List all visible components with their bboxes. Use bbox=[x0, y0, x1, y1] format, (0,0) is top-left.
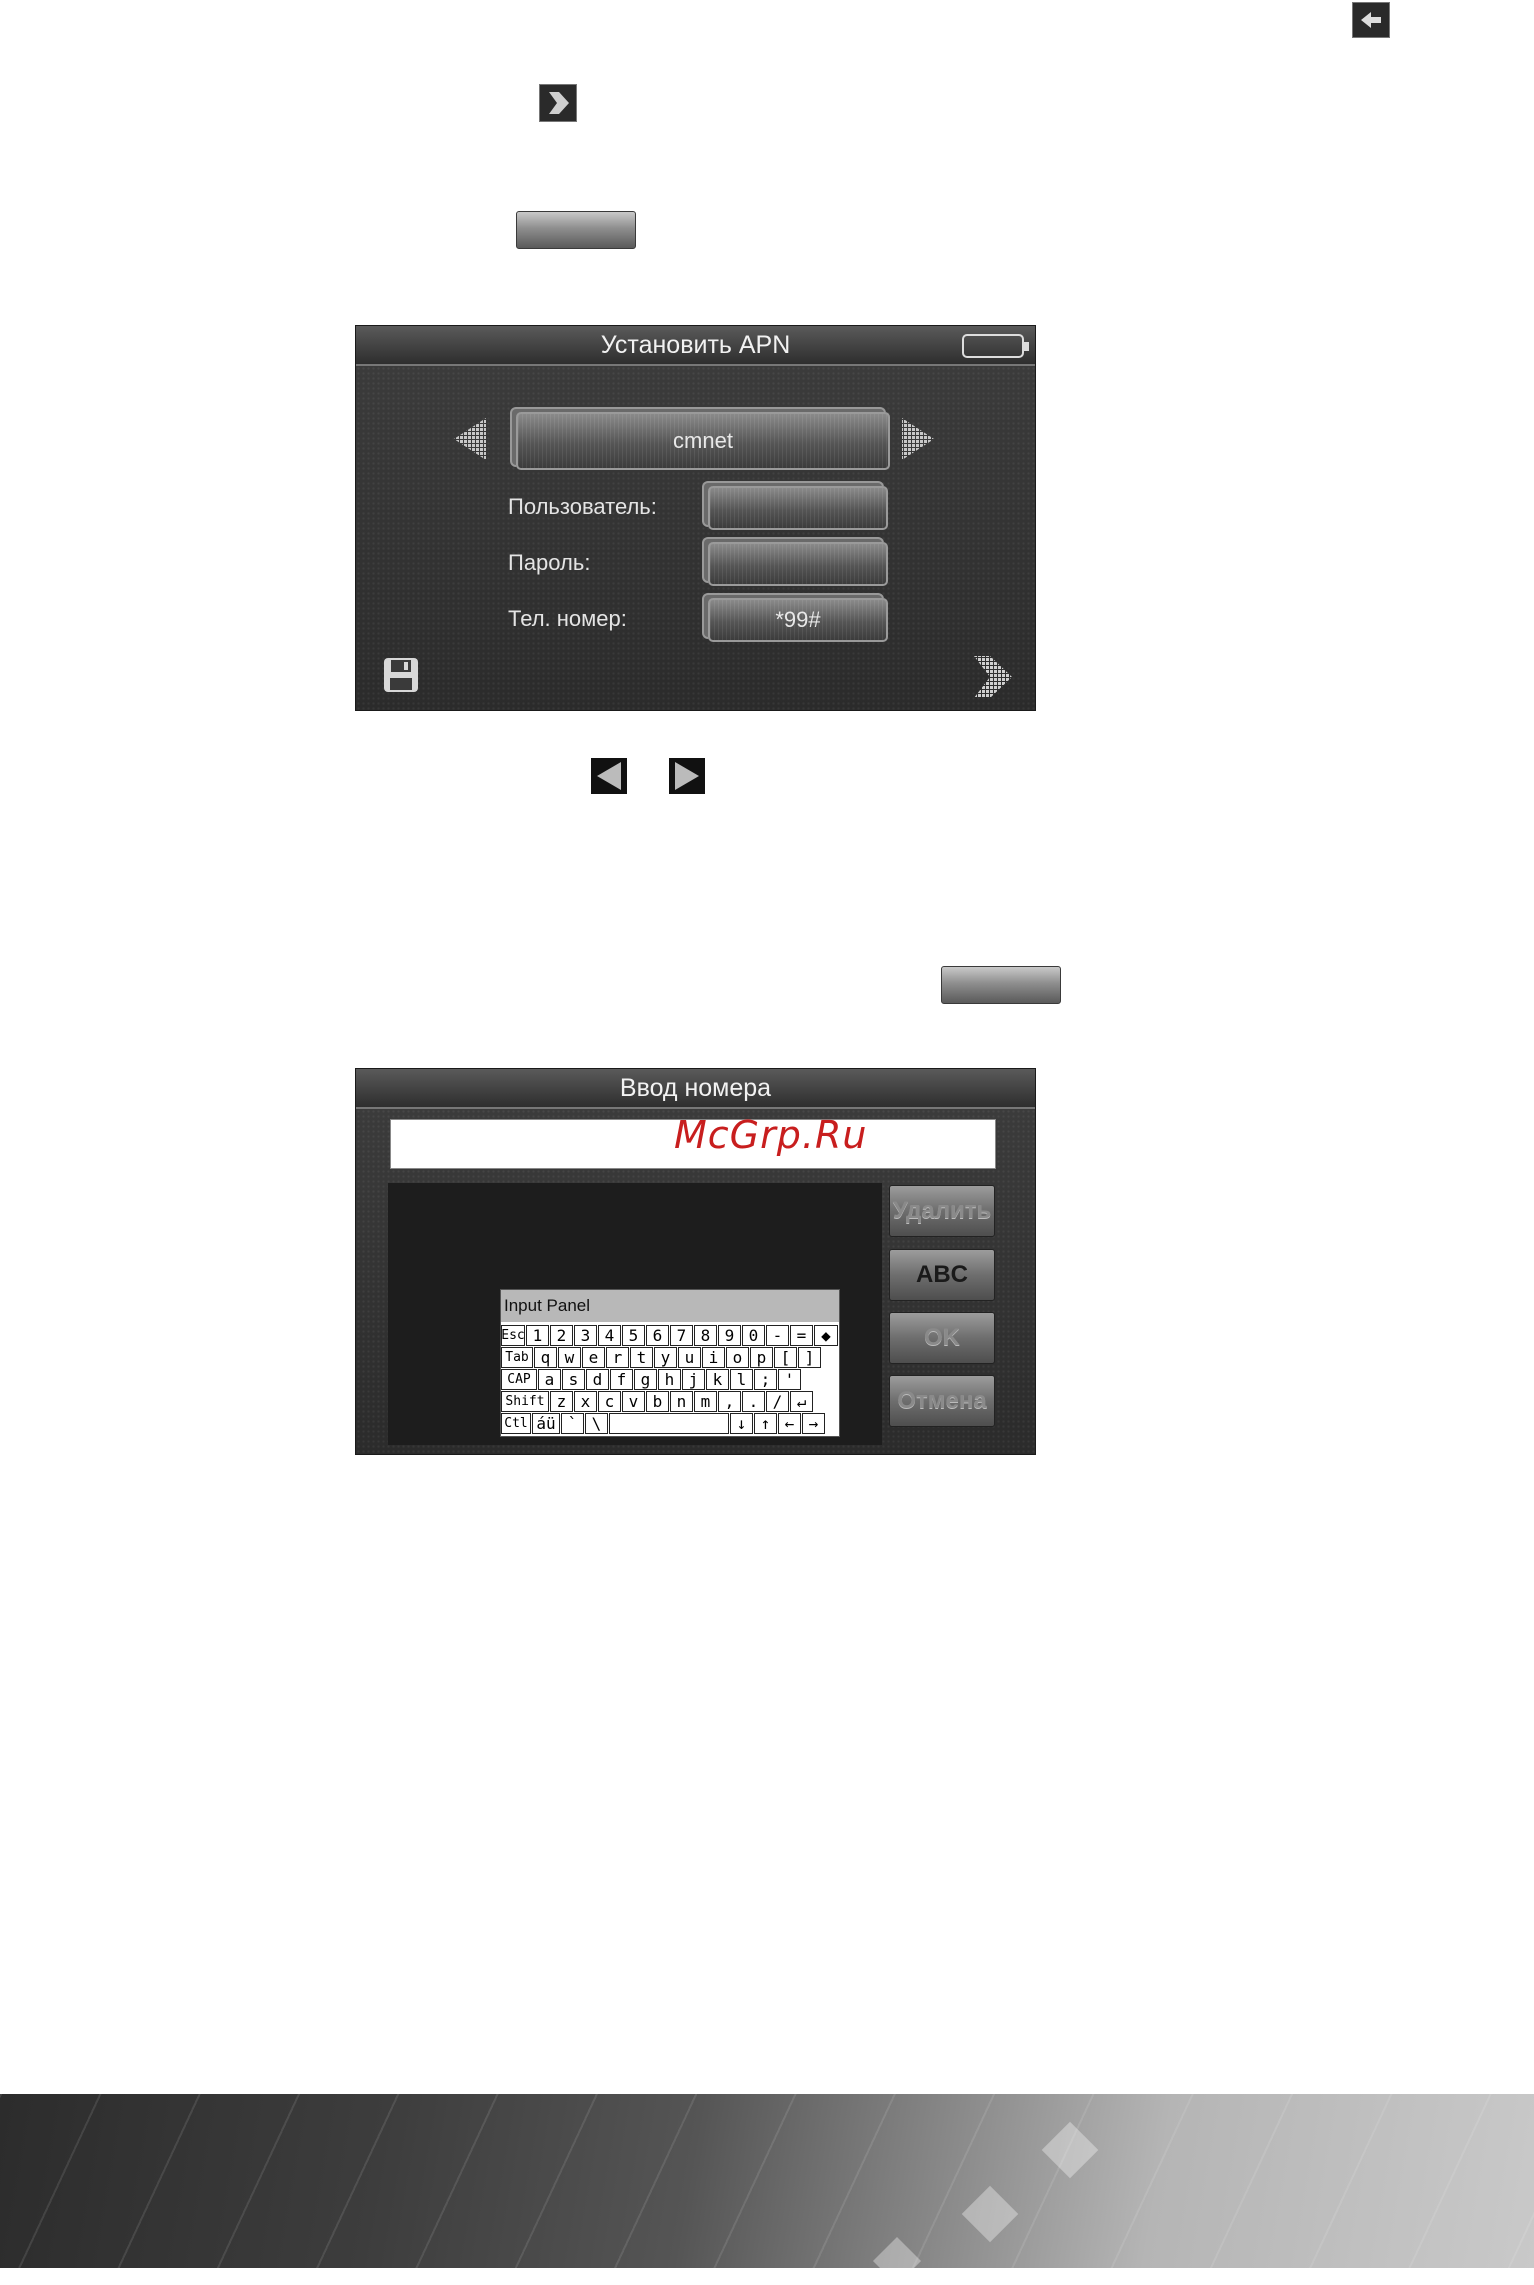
button-image bbox=[516, 211, 636, 249]
right-arrow-icon bbox=[669, 758, 705, 794]
key[interactable]: t bbox=[630, 1347, 653, 1368]
password-label: Пароль: bbox=[508, 550, 591, 575]
key[interactable]: u bbox=[678, 1347, 701, 1368]
key[interactable]: CAP bbox=[501, 1369, 537, 1390]
keyboard-row-1: Esc 1 2 3 4 5 6 7 8 9 0- = ◆ bbox=[501, 1325, 839, 1346]
next-icon bbox=[539, 84, 577, 122]
key[interactable]: [ bbox=[774, 1347, 797, 1368]
key[interactable]: v bbox=[622, 1391, 645, 1412]
key[interactable]: ; bbox=[754, 1369, 777, 1390]
phone-label: Тел. номер: bbox=[508, 606, 627, 631]
keyboard-row-3: CAP a s d f g h j k l; ' bbox=[501, 1369, 839, 1390]
key[interactable]: q bbox=[534, 1347, 557, 1368]
key[interactable]: ← bbox=[778, 1413, 801, 1434]
screen-title: Установить APN bbox=[356, 326, 1035, 366]
key[interactable]: Esc bbox=[501, 1325, 525, 1346]
key[interactable]: 4 bbox=[598, 1325, 621, 1346]
input-panel: Input Panel Esc 1 2 3 4 5 6 7 8 9 0- = ◆ Tab q w e r t y u i… bbox=[500, 1289, 840, 1437]
watermark: McGrp.Ru bbox=[674, 1113, 868, 1157]
key[interactable]: 9 bbox=[718, 1325, 741, 1346]
key[interactable]: → bbox=[802, 1413, 825, 1434]
key[interactable]: 2 bbox=[550, 1325, 573, 1346]
key[interactable]: 3 bbox=[574, 1325, 597, 1346]
screen-title: Ввод номера bbox=[356, 1069, 1035, 1109]
apn-settings-screen: Установить APN cmnet Пользователь: Парол… bbox=[355, 325, 1036, 711]
key[interactable]: = bbox=[790, 1325, 813, 1346]
key[interactable] bbox=[609, 1413, 729, 1434]
save-icon[interactable] bbox=[382, 656, 420, 694]
key[interactable]: k bbox=[706, 1369, 729, 1390]
phone-field[interactable]: *99# bbox=[708, 598, 888, 642]
key[interactable]: Tab bbox=[501, 1347, 533, 1368]
key[interactable]: e bbox=[582, 1347, 605, 1368]
key[interactable]: 7 bbox=[670, 1325, 693, 1346]
key[interactable]: s bbox=[562, 1369, 585, 1390]
key[interactable]: h bbox=[658, 1369, 681, 1390]
key[interactable]: i bbox=[702, 1347, 725, 1368]
key[interactable]: o bbox=[726, 1347, 749, 1368]
user-label: Пользователь: bbox=[508, 494, 657, 519]
key[interactable]: m bbox=[694, 1391, 717, 1412]
abc-button[interactable]: ABC bbox=[889, 1249, 995, 1301]
key[interactable]: ◆ bbox=[814, 1325, 838, 1346]
key[interactable]: b bbox=[646, 1391, 669, 1412]
keyboard-row-2: Tab q w e r t y u i o p[] bbox=[501, 1347, 839, 1368]
key[interactable]: ` bbox=[561, 1413, 584, 1434]
key[interactable]: y bbox=[654, 1347, 677, 1368]
key[interactable]: Ctl bbox=[501, 1413, 531, 1434]
key[interactable]: p bbox=[750, 1347, 773, 1368]
key[interactable]: ' bbox=[778, 1369, 801, 1390]
footer-band bbox=[0, 2094, 1534, 2285]
key[interactable]: . bbox=[742, 1391, 765, 1412]
key[interactable]: 5 bbox=[622, 1325, 645, 1346]
keyboard-row-5: Ctl áü ` \ ↓ ↑ ← → bbox=[501, 1413, 839, 1434]
key[interactable]: a bbox=[538, 1369, 561, 1390]
key[interactable]: l bbox=[730, 1369, 753, 1390]
previous-apn-arrow-icon[interactable] bbox=[452, 416, 488, 462]
key[interactable]: , bbox=[718, 1391, 741, 1412]
back-icon bbox=[1352, 2, 1390, 38]
next-apn-arrow-icon[interactable] bbox=[900, 416, 936, 462]
key[interactable]: g bbox=[634, 1369, 657, 1390]
password-field[interactable] bbox=[708, 542, 888, 586]
key[interactable]: ↓ bbox=[730, 1413, 753, 1434]
apn-name-field[interactable]: cmnet bbox=[516, 412, 890, 470]
keyboard-row-4: Shift z x c v b n m,. / ↵ bbox=[501, 1391, 839, 1412]
key[interactable]: j bbox=[682, 1369, 705, 1390]
battery-icon bbox=[962, 334, 1029, 358]
key[interactable]: 0 bbox=[742, 1325, 765, 1346]
input-panel-title: Input Panel bbox=[501, 1290, 839, 1322]
key[interactable]: w bbox=[558, 1347, 581, 1368]
key[interactable]: ↵ bbox=[790, 1391, 813, 1412]
key[interactable]: 1 bbox=[526, 1325, 549, 1346]
key[interactable]: z bbox=[550, 1391, 573, 1412]
key[interactable]: n bbox=[670, 1391, 693, 1412]
left-arrow-icon bbox=[591, 758, 627, 794]
key[interactable]: \ bbox=[585, 1413, 608, 1434]
key[interactable]: 6 bbox=[646, 1325, 669, 1346]
user-field[interactable] bbox=[708, 486, 888, 530]
forward-icon[interactable] bbox=[970, 654, 1014, 700]
key[interactable]: r bbox=[606, 1347, 629, 1368]
button-image bbox=[941, 966, 1061, 1004]
key[interactable]: f bbox=[610, 1369, 633, 1390]
cancel-button[interactable]: Отмена bbox=[889, 1375, 995, 1427]
key[interactable]: 8 bbox=[694, 1325, 717, 1346]
key[interactable]: / bbox=[766, 1391, 789, 1412]
key[interactable]: Shift bbox=[501, 1391, 549, 1412]
key[interactable]: ] bbox=[798, 1347, 821, 1368]
number-input-screen: Ввод номера McGrp.Ru Удалить ABC OK Отме… bbox=[355, 1068, 1036, 1455]
key[interactable]: - bbox=[766, 1325, 789, 1346]
key[interactable]: x bbox=[574, 1391, 597, 1412]
key[interactable]: c bbox=[598, 1391, 621, 1412]
key[interactable]: ↑ bbox=[754, 1413, 777, 1434]
key[interactable]: áü bbox=[532, 1413, 560, 1434]
ok-button[interactable]: OK bbox=[889, 1312, 995, 1364]
delete-button[interactable]: Удалить bbox=[889, 1185, 995, 1237]
key[interactable]: d bbox=[586, 1369, 609, 1390]
